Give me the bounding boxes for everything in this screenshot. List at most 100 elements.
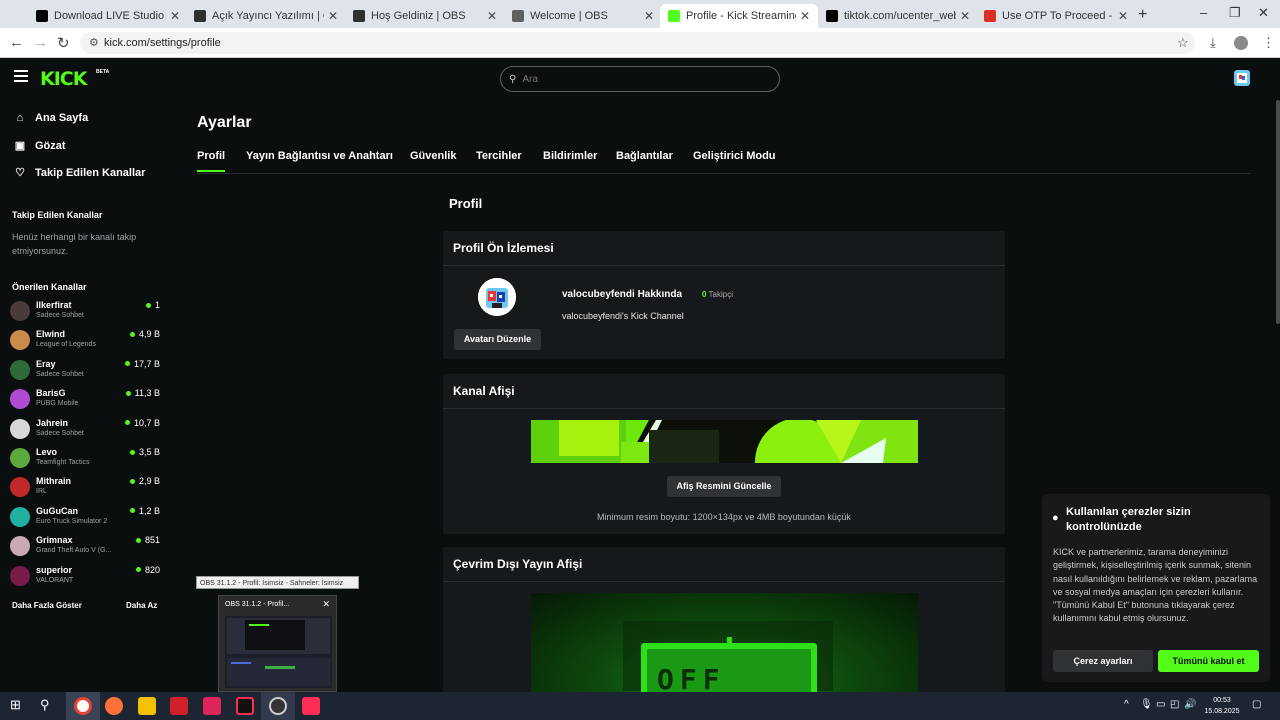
forward-icon[interactable]: → [33,34,48,51]
browser-tab[interactable]: Açık Yayıncı Yazılımı | OBS ✕ [186,4,346,28]
channel-category: Sadece Sohbet [36,429,84,437]
following-empty-note: Henüz herhangi bir kanalı takip etmiyors… [12,232,137,256]
channel-avatar [10,448,30,468]
user-avatar[interactable] [1234,70,1250,86]
tab-close-icon[interactable]: ✕ [960,9,970,23]
tab-preferences[interactable]: Tercihler [476,150,522,162]
minimize-icon[interactable]: – [1200,5,1207,20]
nav-browse[interactable]: ▣ Gözat [12,139,66,153]
home-icon: ⌂ [16,112,24,124]
file-explorer-icon[interactable] [138,697,156,715]
cookie-accept-button[interactable]: Tümünü kabul et [1158,650,1259,672]
app-pink-icon[interactable] [203,697,221,715]
display-icon[interactable]: ▭ [1156,699,1165,710]
app-red-icon[interactable] [170,697,188,715]
obs-icon[interactable] [269,697,287,715]
chrome-icon[interactable] [74,697,92,715]
channel-name: Grimnax [36,535,73,546]
browser-tab[interactable]: Welcome | OBS ✕ [504,4,662,28]
close-window-icon[interactable]: ✕ [1258,5,1269,21]
tab-security[interactable]: Güvenlik [410,150,456,162]
profile-avatar-icon[interactable] [1234,36,1248,50]
firefox-icon[interactable] [105,697,123,715]
nav-home-label: Ana Sayfa [35,112,89,124]
show-more-button[interactable]: Daha Fazla Göster [12,601,82,610]
taskbar-search-icon[interactable]: ⚲ [40,697,50,713]
recommended-channel[interactable]: Mithrain IRL 2,9 B [10,474,160,500]
menu-dots-icon[interactable]: ⋮ [1262,35,1275,51]
volume-icon[interactable]: 🔊 [1184,699,1196,710]
recommended-channel[interactable]: Jahrein Sadece Sohbet 10,7 B [10,416,160,442]
tab-close-icon[interactable]: ✕ [800,9,810,23]
recommended-channel[interactable]: superior VALORANT 820 [10,563,160,589]
nav-home[interactable]: ⌂ Ana Sayfa [12,112,89,124]
download-icon[interactable]: ⤓ [1210,35,1216,51]
tab-close-icon[interactable]: ✕ [487,9,497,23]
recommended-channel[interactable]: Elwind League of Legends 4,9 B [10,327,160,353]
browser-tab[interactable]: Use OTP To Proceed - beratozt ✕ [976,4,1136,28]
tiktok-icon[interactable] [236,697,254,715]
browser-tab[interactable]: tiktok.com/ucenter_web/onetap ✕ [818,4,978,28]
maximize-icon[interactable]: ❐ [1229,5,1241,21]
obs-preview-image [225,616,332,688]
microphone-icon[interactable]: 🎙 [1140,699,1153,710]
tab-developer[interactable]: Geliştirici Modu [693,150,776,162]
recommended-heading: Önerilen Kanallar [12,282,87,292]
recommended-channel[interactable]: Levo Teamfight Tactics 3,5 B [10,445,160,471]
recommended-channel[interactable]: Grimnax Grand Theft Auto V (G... 851 [10,533,160,559]
channel-name: Ilkerfirat [36,300,72,310]
channel-category: Sadece Sohbet [36,312,84,319]
tab-close-icon[interactable]: ✕ [170,9,180,23]
tab-profile[interactable]: Profil [197,150,226,172]
back-icon[interactable]: ← [9,34,24,51]
recommended-channel[interactable]: Ilkerfirat Sadece Sohbet 1 [10,298,160,324]
bookmark-star-icon[interactable]: ☆ [1177,35,1189,51]
site-info-icon[interactable]: ⚙ [89,36,99,49]
banner-title: Kanal Afişi [443,374,1005,409]
search-input[interactable] [522,73,655,85]
recommended-channel[interactable]: Eray Sadece Sohbet 17,7 B [10,357,160,383]
viewer-count: 3,5 B [138,447,160,457]
viewer-count: 11,3 B [134,388,160,399]
browser-tab[interactable]: Profile - Kick Streaming ✕ [660,4,818,28]
update-banner-button[interactable]: Afiş Resmini Güncelle [667,476,781,497]
obs-preview-close-icon[interactable]: ✕ [322,599,330,610]
channel-avatar [10,418,30,439]
notification-icon[interactable]: ▢ [1252,699,1261,710]
tiktok-live-icon[interactable] [302,697,320,715]
windows-taskbar: ⊞ ⚲ ^ 🎙 ▭ ◰ 🔊 00:53 15.08.2025 ▢ [0,692,1280,720]
hamburger-menu-icon[interactable] [14,70,28,85]
url-field[interactable]: ⚙ kick.com/settings/profile [80,32,1195,54]
nav-following[interactable]: ♡ Takip Edilen Kanallar [12,166,145,180]
network-icon[interactable]: ◰ [1170,699,1179,710]
tab-title: Profile - Kick Streaming [686,10,796,22]
search-box[interactable]: ⚲ [500,66,780,92]
live-dot-icon [124,361,130,367]
kick-logo[interactable]: KICK [40,68,87,90]
tab-notifications[interactable]: Bildirimler [543,150,597,162]
new-tab-button[interactable]: + [1138,6,1147,24]
cookie-settings-button[interactable]: Çerez ayarları [1053,650,1153,672]
tab-stream-key[interactable]: Yayın Bağlantısı ve Anahtarı [246,150,393,162]
tab-favicon-icon [36,10,48,22]
tab-close-icon[interactable]: ✕ [644,9,654,23]
windows-start-icon[interactable]: ⊞ [10,697,21,713]
viewer-count: 10,7 B [133,417,160,428]
obs-window-preview[interactable]: OBS 31.1.2 - Profil... ✕ [218,595,337,692]
nav-browse-label: Gözat [35,139,66,152]
recommended-channel[interactable]: BarisG PUBG Mobile 11,3 B [10,386,160,412]
kick-header: KICK BETA ⚲ [0,58,1280,100]
tab-connections[interactable]: Bağlantılar [616,150,673,162]
tray-chevron-icon[interactable]: ^ [1124,699,1129,710]
scrollbar-thumb[interactable] [1276,100,1280,324]
browser-tab[interactable]: Hoş Geldiniz | OBS ✕ [345,4,505,28]
show-less-button[interactable]: Daha Az [126,601,157,610]
reload-icon[interactable]: ↻ [57,34,70,52]
recommended-channel[interactable]: GuGuCan Euro Truck Simulator 2 1,2 B [10,504,160,530]
browser-tab[interactable]: Download LIVE Studio | TikTok ✕ [28,4,188,28]
edit-avatar-button[interactable]: Avatarı Düzenle [454,329,541,350]
tab-close-icon[interactable]: ✕ [1118,9,1128,23]
tab-close-icon[interactable]: ✕ [328,9,338,23]
taskbar-clock[interactable]: 00:53 15.08.2025 [1198,695,1246,717]
page-scrollbar[interactable] [1276,100,1280,692]
